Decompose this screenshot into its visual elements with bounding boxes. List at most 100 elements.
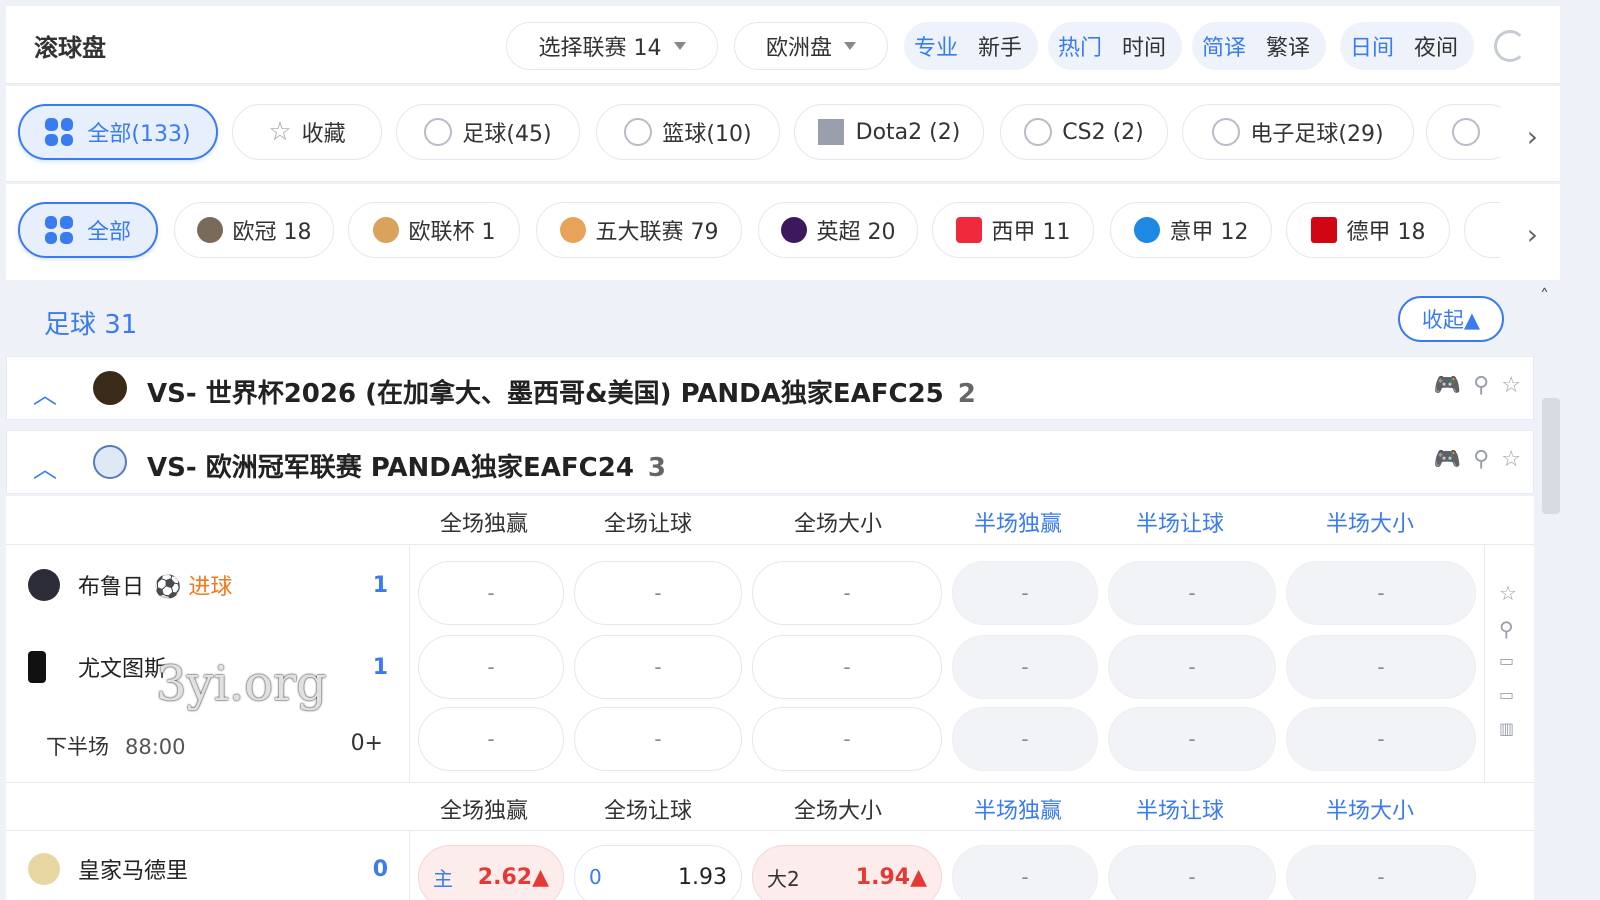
pin-icon[interactable]: ⚲: [1473, 447, 1489, 472]
tab-soccer[interactable]: 足球(45): [396, 104, 580, 160]
sort-toggle[interactable]: 热门 时间: [1048, 22, 1182, 70]
home-team[interactable]: 布鲁日 ⚽ 进球 1: [28, 565, 396, 605]
tab-label: 英超 20: [816, 220, 896, 245]
laliga-icon: [955, 217, 982, 243]
odd-cell[interactable]: -: [952, 635, 1098, 699]
odd-cell[interactable]: -: [418, 561, 564, 625]
sort-time[interactable]: 时间: [1112, 30, 1176, 62]
tab-all[interactable]: 全部(133): [18, 104, 218, 160]
pin-icon[interactable]: ⚲: [1499, 617, 1514, 641]
league-tab-laliga[interactable]: 西甲 11: [932, 202, 1094, 258]
odd-cell-handicap[interactable]: 0 1.93: [574, 845, 742, 900]
top-header: 滚球盘 选择联赛 14 欧洲盘 专业 新手 热门 时间 简译 繁译 日间 夜间: [6, 6, 1560, 84]
league-actions: 🎮 ⚲ ☆: [1434, 373, 1521, 398]
odd-cell[interactable]: -: [1286, 845, 1476, 900]
pin-icon[interactable]: ⚲: [1473, 373, 1489, 398]
tab-esoccer[interactable]: 电子足球(29): [1182, 104, 1414, 160]
soccer-ball-icon: [424, 118, 453, 146]
odd-cell[interactable]: -: [1108, 561, 1276, 625]
odd-cell[interactable]: -: [952, 561, 1098, 625]
goal-badge: ⚽ 进球: [154, 575, 233, 600]
chevron-down-icon: [844, 42, 856, 50]
odd-cell[interactable]: -: [418, 707, 564, 771]
lang-traditional[interactable]: 繁译: [1256, 30, 1320, 62]
odd-cell[interactable]: -: [1108, 707, 1276, 771]
scoreboard-icon[interactable]: ▭: [1499, 651, 1514, 670]
odds-type-select[interactable]: 欧洲盘: [734, 22, 888, 70]
theme-night[interactable]: 夜间: [1404, 30, 1468, 62]
gamepad-icon[interactable]: 🎮: [1434, 447, 1461, 472]
star-icon[interactable]: ☆: [1501, 373, 1521, 398]
sort-hot[interactable]: 热门: [1048, 30, 1112, 62]
tab-label: 德甲 18: [1346, 220, 1426, 245]
league-row[interactable]: ︿ VS- 欧洲冠军联赛 PANDA独家EAFC24 3 🎮 ⚲ ☆: [6, 430, 1534, 494]
home-team[interactable]: 皇家马德里 0: [28, 849, 396, 889]
tab-label: CS2 (2): [1062, 119, 1144, 145]
dota2-icon: [817, 119, 844, 145]
tab-label: 全部: [86, 220, 131, 245]
odd-cell[interactable]: -: [952, 707, 1098, 771]
odd-cell[interactable]: -: [1108, 845, 1276, 900]
match-side-actions: ☆ ⚲ ▭ ▭ ▥: [1484, 545, 1534, 782]
star-icon[interactable]: ☆: [1499, 581, 1517, 605]
market-col-ht-ou: 半场大小: [1325, 512, 1414, 537]
match-period: 下半场: [46, 735, 109, 759]
odd-cell-over[interactable]: 大2 1.94▲: [752, 845, 942, 900]
league-tab-top5[interactable]: 五大联赛 79: [536, 202, 742, 258]
odd-cell[interactable]: -: [752, 561, 942, 625]
odd-cell[interactable]: -: [1286, 635, 1476, 699]
odd-cell[interactable]: -: [752, 707, 942, 771]
scroll-up-icon[interactable]: ˄: [1540, 286, 1549, 307]
star-icon[interactable]: ☆: [1501, 447, 1521, 472]
chevron-right-icon[interactable]: ›: [1527, 120, 1538, 153]
ucl-icon: [196, 217, 223, 243]
odd-cell[interactable]: -: [1286, 707, 1476, 771]
league-tab-all[interactable]: 全部: [18, 202, 158, 258]
odd-cell[interactable]: -: [952, 845, 1098, 900]
market-col-ft-1x2: 全场独赢: [439, 799, 528, 824]
league-tab-epl[interactable]: 英超 20: [758, 202, 918, 258]
mode-novice[interactable]: 新手: [968, 30, 1032, 62]
more-markets-link[interactable]: 0+: [351, 731, 383, 756]
theme-toggle[interactable]: 日间 夜间: [1340, 22, 1474, 70]
gamepad-icon[interactable]: 🎮: [1434, 373, 1461, 398]
odd-cell[interactable]: -: [574, 635, 742, 699]
league-row[interactable]: ︿ VS- 世界杯2026 (在加拿大、墨西哥&美国) PANDA独家EAFC2…: [6, 356, 1534, 420]
soccer-section-header: 足球 31 收起▲: [6, 282, 1560, 354]
odd-cell[interactable]: -: [1108, 635, 1276, 699]
tab-cs2[interactable]: CS2 (2): [1000, 104, 1168, 160]
odd-cell[interactable]: -: [752, 635, 942, 699]
mode-pro[interactable]: 专业: [904, 30, 968, 62]
league-select[interactable]: 选择联赛 14: [506, 22, 718, 70]
grid-icon: [44, 216, 73, 244]
lang-simplified[interactable]: 简译: [1192, 30, 1256, 62]
league-tab-ucl[interactable]: 欧冠 18: [174, 202, 334, 258]
collapse-button[interactable]: 收起▲: [1398, 296, 1504, 342]
mode-toggle[interactable]: 专业 新手: [904, 22, 1038, 70]
odd-cell[interactable]: -: [574, 561, 742, 625]
tab-dota2[interactable]: Dota2 (2): [794, 104, 984, 160]
stats-icon[interactable]: ▥: [1499, 719, 1514, 738]
tab-label: 五大联赛 79: [595, 220, 719, 245]
live-icon[interactable]: ▭: [1499, 685, 1514, 704]
uel-icon: [372, 217, 399, 243]
odd-cell[interactable]: -: [418, 635, 564, 699]
league-tab-bundesliga[interactable]: 德甲 18: [1286, 202, 1450, 258]
tab-basketball[interactable]: 篮球(10): [596, 104, 780, 160]
chevron-up-icon[interactable]: ︿: [33, 375, 57, 410]
league-tab-seriea[interactable]: 意甲 12: [1110, 202, 1272, 258]
team-name: 布鲁日: [78, 575, 145, 600]
league-tab-uel[interactable]: 欧联杯 1: [348, 202, 520, 258]
league-title: VS- 欧洲冠军联赛 PANDA独家EAFC24: [147, 453, 634, 483]
odd-cell-home[interactable]: 主 2.62▲: [418, 845, 564, 900]
tab-favorites[interactable]: ☆ 收藏: [232, 104, 382, 160]
serie-a-icon: [1133, 217, 1160, 243]
odd-cell[interactable]: -: [1286, 561, 1476, 625]
chevron-up-icon[interactable]: ︿: [33, 449, 57, 484]
refresh-icon[interactable]: [1494, 30, 1526, 62]
theme-day[interactable]: 日间: [1340, 30, 1404, 62]
scrollbar-thumb[interactable]: [1542, 398, 1560, 514]
chevron-right-icon[interactable]: ›: [1527, 218, 1538, 251]
lang-toggle[interactable]: 简译 繁译: [1192, 22, 1326, 70]
odd-cell[interactable]: -: [574, 707, 742, 771]
